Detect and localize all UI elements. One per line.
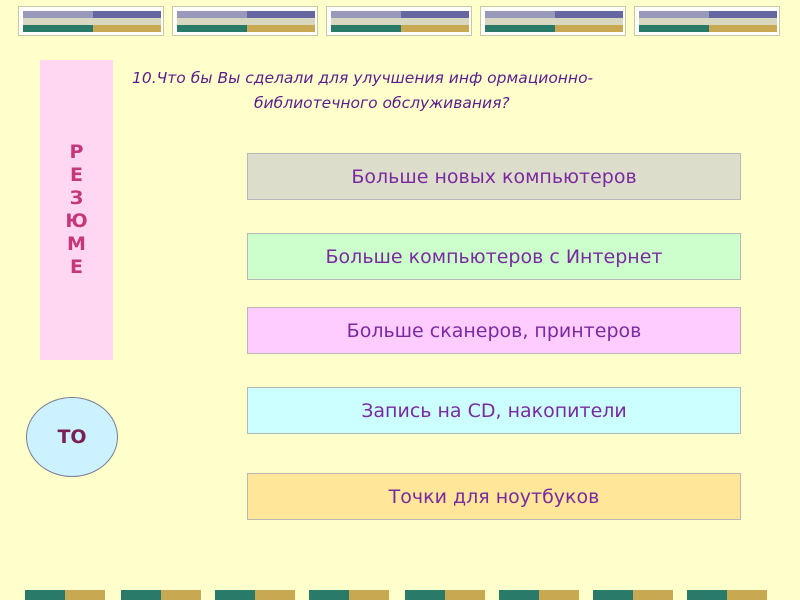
question-line-1: 10.Что бы Вы сделали для улучшения инф о… (132, 69, 594, 87)
question-line-2: библиотечного обслуживания? (254, 94, 510, 112)
resume-side-panel: Р Е З Ю М Е (40, 60, 113, 360)
decorative-tile (634, 6, 780, 36)
answer-option-3[interactable]: Больше сканеров, принтеров (247, 307, 741, 354)
answer-option-2[interactable]: Больше компьютеров с Интернет (247, 233, 741, 280)
top-decorative-strip (18, 6, 780, 36)
to-circle-button[interactable]: ТО (26, 397, 118, 477)
decorative-tile (18, 6, 164, 36)
decorative-tile (172, 6, 318, 36)
resume-letter: Ю (65, 210, 88, 232)
decorative-tile (480, 6, 626, 36)
decorative-tile (326, 6, 472, 36)
question-text: 10.Что бы Вы сделали для улучшения инф о… (128, 66, 728, 116)
resume-letter: Е (70, 164, 83, 186)
resume-letter: Р (69, 141, 84, 163)
bottom-decorative-strip (25, 590, 800, 600)
answer-option-5[interactable]: Точки для ноутбуков (247, 473, 741, 520)
resume-letter: Е (70, 256, 83, 278)
answer-option-4[interactable]: Запись на CD, накопители (247, 387, 741, 434)
resume-letter: З (69, 187, 84, 209)
answer-option-1[interactable]: Больше новых компьютеров (247, 153, 741, 200)
resume-letter: М (67, 233, 86, 255)
